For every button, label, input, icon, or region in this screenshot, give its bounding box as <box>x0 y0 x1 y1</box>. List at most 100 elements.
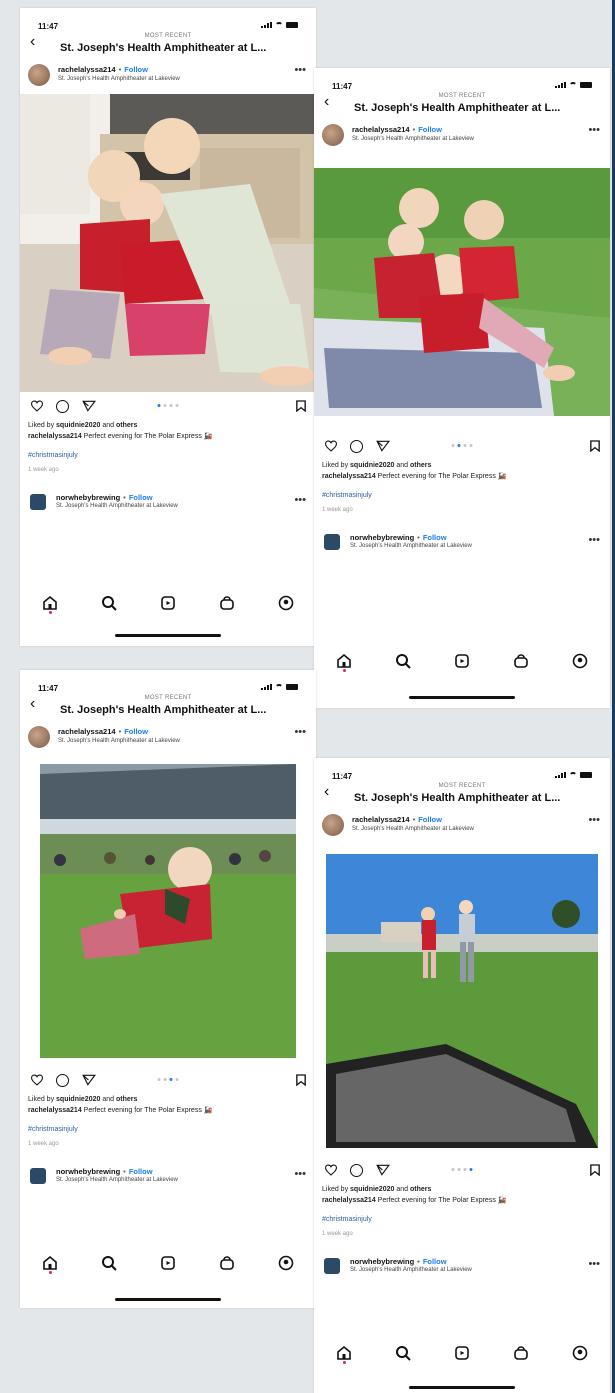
bookmark-icon[interactable] <box>590 1164 600 1176</box>
next-more-options-icon[interactable]: ••• <box>294 1168 306 1180</box>
post-time-ago: 1 week ago <box>322 507 353 513</box>
hashtag-link[interactable]: #christmasinjuly <box>322 1214 602 1225</box>
share-send-icon[interactable] <box>376 440 390 452</box>
shop-icon[interactable] <box>510 650 532 672</box>
next-follow-button[interactable]: Follow <box>129 1167 153 1176</box>
next-follow-button[interactable]: Follow <box>129 493 153 502</box>
search-icon[interactable] <box>98 1252 120 1274</box>
profile-icon[interactable] <box>275 1252 297 1274</box>
comment-icon[interactable] <box>350 440 363 453</box>
next-post-username[interactable]: norwhebybrewing • Follow <box>56 493 153 502</box>
likes-line[interactable]: Liked by squidnie2020 and others <box>28 420 308 431</box>
next-post-username[interactable]: norwhebybrewing • Follow <box>350 1257 447 1266</box>
next-post-username[interactable]: norwhebybrewing • Follow <box>350 533 447 542</box>
post-username[interactable]: rachelalyssa214 • Follow <box>58 727 148 736</box>
follow-button[interactable]: Follow <box>124 65 148 74</box>
avatar[interactable] <box>28 64 50 86</box>
page-title: St. Joseph's Health Amphitheater at L... <box>60 42 267 54</box>
bookmark-icon[interactable] <box>296 1074 306 1086</box>
search-icon[interactable] <box>392 1342 414 1364</box>
follow-button[interactable]: Follow <box>418 125 442 134</box>
likes-line[interactable]: Liked by squidnie2020 and others <box>28 1094 308 1105</box>
hashtag-link[interactable]: #christmasinjuly <box>28 1124 308 1135</box>
home-icon[interactable] <box>39 592 61 614</box>
like-heart-icon[interactable] <box>324 440 338 452</box>
photo-baby-crawling-on-lawn <box>40 764 296 1058</box>
post-location[interactable]: St. Joseph's Health Amphitheater at Lake… <box>352 136 474 142</box>
next-more-options-icon[interactable]: ••• <box>294 494 306 506</box>
post-actions <box>20 392 316 420</box>
profile-icon[interactable] <box>569 650 591 672</box>
post-photo[interactable] <box>314 168 610 416</box>
next-more-options-icon[interactable]: ••• <box>588 534 600 546</box>
likes-line[interactable]: Liked by squidnie2020 and others <box>322 460 602 471</box>
likes-line[interactable]: Liked by squidnie2020 and others <box>322 1184 602 1195</box>
search-icon[interactable] <box>392 650 414 672</box>
like-heart-icon[interactable] <box>30 1074 44 1086</box>
bookmark-icon[interactable] <box>590 440 600 452</box>
shop-icon[interactable] <box>510 1342 532 1364</box>
next-post-location[interactable]: St. Joseph's Health Amphitheater at Lake… <box>350 543 472 549</box>
more-options-icon[interactable]: ••• <box>588 124 600 136</box>
home-icon[interactable] <box>333 1342 355 1364</box>
post-location[interactable]: St. Joseph's Health Amphitheater at Lake… <box>58 738 180 744</box>
next-post-username[interactable]: norwhebybrewing • Follow <box>56 1167 153 1176</box>
follow-button[interactable]: Follow <box>124 727 148 736</box>
profile-icon[interactable] <box>275 592 297 614</box>
next-post-location[interactable]: St. Joseph's Health Amphitheater at Lake… <box>56 1177 178 1183</box>
bookmark-icon[interactable] <box>296 400 306 412</box>
train-emoji-icon: 🚂 <box>497 1197 507 1204</box>
post-actions <box>314 432 610 460</box>
home-indicator <box>409 1386 515 1389</box>
post-username[interactable]: rachelalyssa214 • Follow <box>58 65 148 74</box>
post-location[interactable]: St. Joseph's Health Amphitheater at Lake… <box>58 76 180 82</box>
hashtag-link[interactable]: #christmasinjuly <box>322 490 602 501</box>
post-photo[interactable] <box>40 764 296 1058</box>
home-icon[interactable] <box>333 650 355 672</box>
profile-icon[interactable] <box>569 1342 591 1364</box>
post-username[interactable]: rachelalyssa214 • Follow <box>352 125 442 134</box>
reels-icon[interactable] <box>451 1342 473 1364</box>
post-photo[interactable] <box>20 94 316 392</box>
avatar[interactable] <box>322 814 344 836</box>
share-send-icon[interactable] <box>376 1164 390 1176</box>
post-time-ago: 1 week ago <box>28 467 59 473</box>
next-post-avatar[interactable] <box>30 494 46 510</box>
share-send-icon[interactable] <box>82 400 96 412</box>
comment-icon[interactable] <box>56 1074 69 1087</box>
next-follow-button[interactable]: Follow <box>423 1257 447 1266</box>
more-options-icon[interactable]: ••• <box>294 64 306 76</box>
comment-icon[interactable] <box>350 1164 363 1177</box>
reels-icon[interactable] <box>451 650 473 672</box>
bottom-nav <box>314 1336 610 1370</box>
carousel-dots <box>157 404 179 407</box>
post-photo[interactable] <box>326 854 598 1148</box>
next-follow-button[interactable]: Follow <box>423 533 447 542</box>
next-post-location[interactable]: St. Joseph's Health Amphitheater at Lake… <box>56 503 178 509</box>
shop-icon[interactable] <box>216 1252 238 1274</box>
next-post-avatar[interactable] <box>30 1168 46 1184</box>
next-post-location[interactable]: St. Joseph's Health Amphitheater at Lake… <box>350 1267 472 1273</box>
home-indicator <box>409 696 515 699</box>
share-send-icon[interactable] <box>82 1074 96 1086</box>
reels-icon[interactable] <box>157 592 179 614</box>
avatar[interactable] <box>28 726 50 748</box>
reels-icon[interactable] <box>157 1252 179 1274</box>
shop-icon[interactable] <box>216 592 238 614</box>
caption-text: rachelalyssa214 Perfect evening for The … <box>28 1107 213 1114</box>
next-post-avatar[interactable] <box>324 1258 340 1274</box>
post-location[interactable]: St. Joseph's Health Amphitheater at Lake… <box>352 826 474 832</box>
home-icon[interactable] <box>39 1252 61 1274</box>
like-heart-icon[interactable] <box>324 1164 338 1176</box>
comment-icon[interactable] <box>56 400 69 413</box>
post-username[interactable]: rachelalyssa214 • Follow <box>352 815 442 824</box>
avatar[interactable] <box>322 124 344 146</box>
next-more-options-icon[interactable]: ••• <box>588 1258 600 1270</box>
more-options-icon[interactable]: ••• <box>588 814 600 826</box>
like-heart-icon[interactable] <box>30 400 44 412</box>
follow-button[interactable]: Follow <box>418 815 442 824</box>
search-icon[interactable] <box>98 592 120 614</box>
hashtag-link[interactable]: #christmasinjuly <box>28 450 308 461</box>
more-options-icon[interactable]: ••• <box>294 726 306 738</box>
next-post-avatar[interactable] <box>324 534 340 550</box>
